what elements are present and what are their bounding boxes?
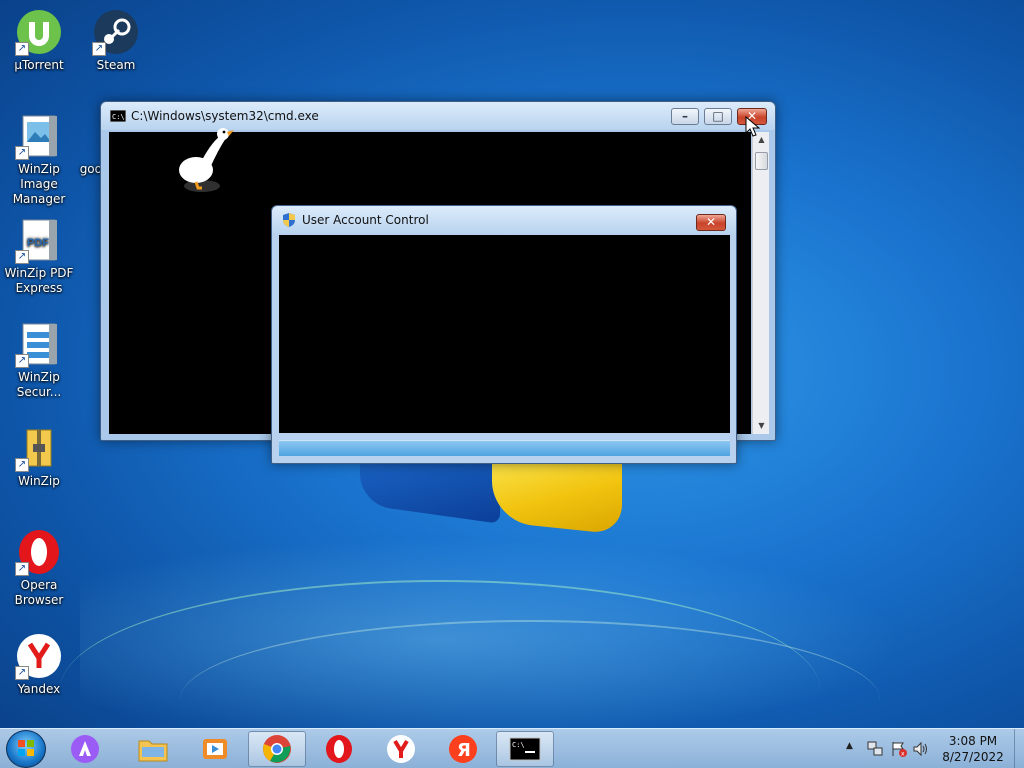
shortcut-arrow-icon: ↗ (15, 458, 29, 472)
desktop-icon-label: Yandex (17, 682, 61, 696)
opera-icon (326, 735, 352, 763)
system-tray: ▲ x (842, 729, 928, 768)
svg-text:x: x (901, 751, 905, 758)
shortcut-arrow-icon: ↗ (15, 250, 29, 264)
console-icon: C:\ (110, 110, 126, 122)
shortcut-arrow-icon: ↗ (15, 146, 29, 160)
shield-icon (283, 213, 295, 227)
uac-content (279, 235, 730, 433)
taskbar: Я C:\ ▲ x 3:08 PM 8/27/2022 (0, 728, 1024, 768)
wallpaper-glow (80, 520, 980, 760)
clock-date: 8/27/2022 (942, 750, 1004, 764)
maximize-button[interactable]: □ (704, 108, 732, 125)
desktop-icon-label: goo (79, 162, 102, 176)
action-center-icon[interactable]: x (890, 740, 908, 758)
yandex-browser-icon (387, 735, 415, 763)
desktop-icon-yandex[interactable]: ↗ Yandex (0, 632, 78, 697)
desktop-icon-opera[interactable]: ↗ Opera Browser (0, 528, 78, 608)
taskbar-item-media-player[interactable] (186, 731, 244, 767)
taskbar-item-yandex-browser[interactable] (372, 731, 430, 767)
desktop-icon-winzip-pdf-express[interactable]: PDF ↗ WinZip PDF Express (0, 216, 78, 296)
uac-close-button[interactable]: ✕ (696, 214, 726, 231)
cmd-icon: C:\ (509, 737, 541, 761)
opera-icon: ↗ (15, 528, 63, 576)
show-desktop-button[interactable] (1014, 729, 1024, 768)
uac-window-title: User Account Control (302, 213, 429, 227)
network-icon[interactable] (866, 740, 884, 758)
taskbar-item-yandex[interactable]: Я (434, 731, 492, 767)
chrome-icon (263, 735, 291, 763)
desktop-icon-label: WinZip Image Manager (12, 162, 66, 206)
scroll-down-arrow-icon[interactable]: ▼ (753, 418, 770, 434)
desktop-icon-label: Opera Browser (14, 578, 64, 607)
shortcut-arrow-icon: ↗ (15, 666, 29, 680)
utorrent-icon: ↗ (15, 8, 63, 56)
desktop-icon-label: Steam (96, 58, 136, 72)
vertical-scrollbar[interactable]: ▲ ▼ (752, 132, 769, 434)
desktop-icon-winzip-secure[interactable]: ↗ WinZip Secur... (0, 320, 78, 400)
scroll-thumb[interactable] (755, 152, 768, 170)
pdf-icon: PDF ↗ (15, 216, 63, 264)
svg-text:Я: Я (457, 740, 471, 761)
taskbar-item-alice[interactable] (56, 731, 114, 767)
shortcut-arrow-icon: ↗ (15, 42, 29, 56)
alice-icon (71, 735, 99, 763)
desktop-icon-steam[interactable]: ↗ Steam (77, 8, 155, 73)
close-icon: ✕ (705, 215, 717, 229)
desktop-icon-label: µTorrent (14, 58, 64, 72)
taskbar-item-chrome[interactable] (248, 731, 306, 767)
minimize-icon: – (682, 109, 688, 123)
shortcut-arrow-icon: ↗ (15, 562, 29, 576)
cmd-window-title: C:\Windows\system32\cmd.exe (131, 109, 319, 123)
folder-icon (138, 740, 168, 762)
winzip-secure-icon: ↗ (15, 320, 63, 368)
taskbar-item-command-prompt[interactable]: C:\ (496, 731, 554, 767)
taskbar-clock[interactable]: 3:08 PM 8/27/2022 (928, 733, 1018, 765)
svg-text:PDF: PDF (27, 237, 49, 249)
windows-logo-icon (18, 740, 34, 756)
winzip-image-manager-icon: ↗ (15, 112, 63, 160)
show-hidden-icons-icon[interactable]: ▲ (846, 741, 853, 751)
maximize-icon: □ (712, 109, 724, 123)
clock-time: 3:08 PM (948, 734, 998, 748)
uac-titlebar[interactable]: User Account Control ✕ (272, 206, 736, 234)
desktop-icon-goo[interactable]: goo (62, 112, 112, 177)
uac-footer-band (279, 440, 730, 456)
minimize-button[interactable]: – (671, 108, 699, 125)
start-button[interactable] (6, 730, 46, 768)
svg-text:C:\: C:\ (512, 741, 525, 749)
desktop-icon-utorrent[interactable]: ↗ µTorrent (0, 8, 78, 73)
desktop-icon-label: WinZip PDF Express (4, 266, 74, 295)
uac-window[interactable]: User Account Control ✕ (271, 205, 737, 464)
yandex-icon: ↗ (15, 632, 63, 680)
svg-text:C:\: C:\ (112, 113, 125, 121)
desktop-icon-winzip[interactable]: ↗ WinZip (0, 424, 78, 489)
mouse-cursor-icon (745, 116, 761, 137)
steam-icon: ↗ (92, 8, 140, 56)
yandex-icon: Я (449, 735, 477, 763)
shortcut-arrow-icon: ↗ (92, 42, 106, 56)
shortcut-arrow-icon: ↗ (15, 354, 29, 368)
desktop-icon-label: WinZip (18, 474, 60, 488)
taskbar-item-opera[interactable] (310, 731, 368, 767)
taskbar-item-file-explorer[interactable] (124, 731, 182, 767)
goose-icon (179, 128, 234, 192)
winzip-icon: ↗ (15, 424, 63, 472)
media-player-icon (203, 739, 227, 759)
desktop-icon-label: WinZip Secur... (16, 370, 62, 399)
